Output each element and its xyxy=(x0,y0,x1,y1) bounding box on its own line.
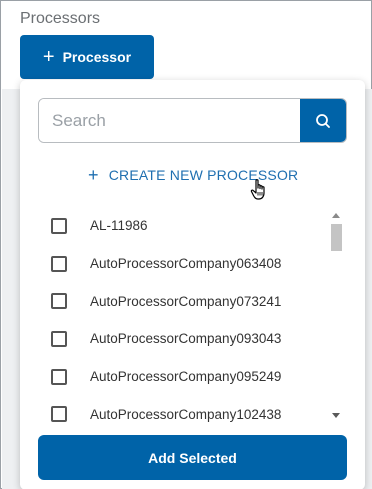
list-item-label: AutoProcessorCompany063408 xyxy=(90,256,282,272)
list-item-label: AutoProcessorCompany095249 xyxy=(90,369,282,385)
scroll-thumb[interactable] xyxy=(331,224,342,251)
list-item[interactable]: AutoProcessorCompany073241 xyxy=(38,282,328,320)
checkbox[interactable] xyxy=(51,406,67,422)
hand-cursor-icon xyxy=(250,179,265,200)
scroll-down-arrow-icon[interactable] xyxy=(332,413,340,418)
section-title: Processors xyxy=(20,10,101,27)
checkbox[interactable] xyxy=(51,217,67,234)
list-item-label: AL-11986 xyxy=(90,218,148,234)
add-processor-button[interactable]: + Processor xyxy=(20,35,154,79)
list-item[interactable]: AutoProcessorCompany102438 xyxy=(38,395,328,422)
list-item[interactable]: AutoProcessorCompany095249 xyxy=(38,358,328,396)
checkbox[interactable] xyxy=(51,368,67,385)
search-button[interactable] xyxy=(300,99,346,142)
app-frame: Processors + Processor + CREATE NEW PROC… xyxy=(0,0,372,489)
list-item-label: AutoProcessorCompany102438 xyxy=(90,406,282,422)
list-scrollbar[interactable] xyxy=(330,208,342,423)
processor-list: AL-11986 AutoProcessorCompany063408 Auto… xyxy=(38,207,328,422)
checkbox[interactable] xyxy=(51,255,67,272)
list-item[interactable]: AutoProcessorCompany063408 xyxy=(38,245,328,283)
processor-dropdown-panel: + CREATE NEW PROCESSOR AL-11986 AutoProc… xyxy=(20,80,365,489)
search-box xyxy=(38,98,347,143)
scroll-up-arrow-icon[interactable] xyxy=(332,213,340,218)
list-item-label: AutoProcessorCompany093043 xyxy=(90,331,282,347)
search-icon xyxy=(316,113,330,128)
list-item[interactable]: AutoProcessorCompany093043 xyxy=(38,320,328,358)
list-item[interactable]: AL-11986 xyxy=(38,207,328,245)
plus-icon: + xyxy=(42,46,55,68)
plus-icon: + xyxy=(88,165,99,185)
checkbox[interactable] xyxy=(51,330,67,347)
search-input[interactable] xyxy=(39,99,300,142)
list-item-label: AutoProcessorCompany073241 xyxy=(90,293,282,309)
checkbox[interactable] xyxy=(51,293,67,310)
add-processor-label: Processor xyxy=(62,49,132,65)
add-selected-button[interactable]: Add Selected xyxy=(38,435,347,480)
